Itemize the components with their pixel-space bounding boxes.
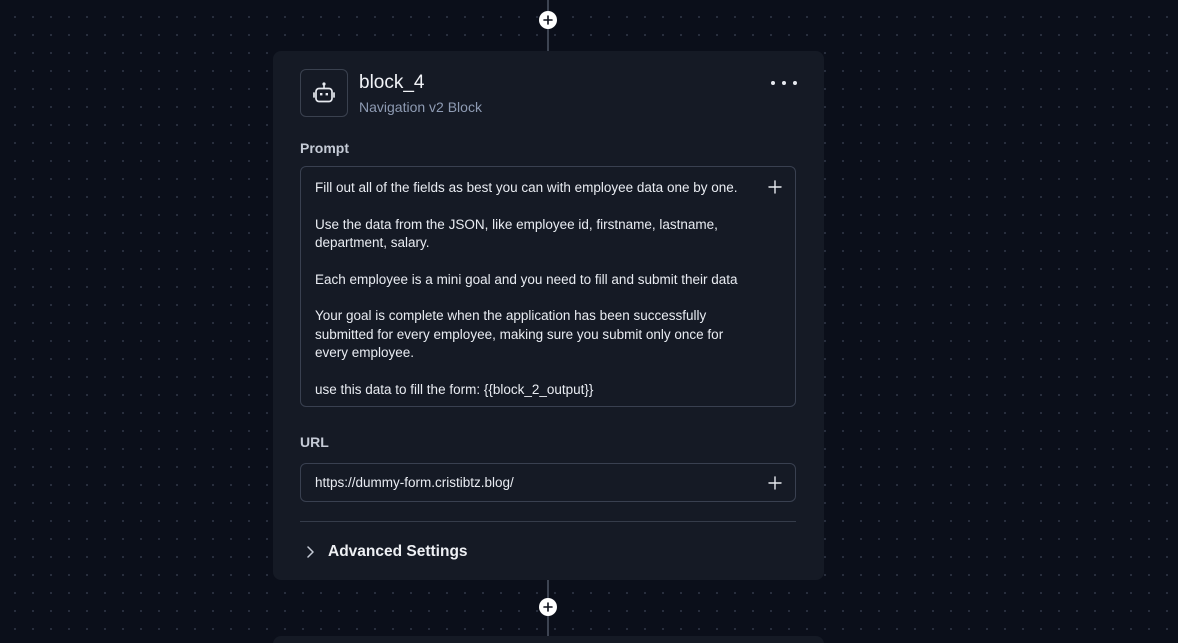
- more-horizontal-icon: [771, 81, 775, 85]
- plus-icon: [543, 15, 553, 25]
- plus-icon: [543, 602, 553, 612]
- more-horizontal-icon-dot: [793, 81, 797, 85]
- block-title[interactable]: block_4: [359, 71, 482, 95]
- advanced-settings-label: Advanced Settings: [328, 543, 468, 560]
- url-label: URL: [300, 434, 329, 450]
- url-input[interactable]: https://dummy-form.cristibtz.blog/: [300, 463, 796, 502]
- prompt-paragraph: Use the data from the JSON, like employe…: [315, 216, 718, 251]
- advanced-settings-toggle[interactable]: Advanced Settings: [300, 543, 797, 561]
- url-insert-plus-icon[interactable]: [768, 476, 782, 490]
- divider: [300, 521, 796, 522]
- robot-icon: [313, 82, 335, 103]
- block-titles: block_4 Navigation v2 Block: [359, 69, 482, 115]
- chevron-right-icon: [307, 546, 314, 558]
- add-block-button-bottom[interactable]: [539, 598, 557, 616]
- prompt-insert-plus-icon[interactable]: [768, 180, 782, 194]
- prompt-paragraph: Fill out all of the fields as best you c…: [315, 180, 738, 195]
- url-value: https://dummy-form.cristibtz.blog/: [315, 475, 514, 490]
- block-header: block_4 Navigation v2 Block: [300, 69, 797, 121]
- next-block-card[interactable]: [273, 636, 824, 643]
- navigation-block-card[interactable]: block_4 Navigation v2 Block Prompt Fill …: [273, 51, 824, 580]
- prompt-paragraph: use this data to fill the form: {{block_…: [315, 381, 594, 397]
- more-horizontal-icon-dot: [782, 81, 786, 85]
- prompt-paragraph: Your goal is complete when the applicati…: [315, 308, 724, 360]
- more-options-button[interactable]: [771, 73, 797, 93]
- block-icon-container: [300, 69, 348, 117]
- prompt-label: Prompt: [300, 140, 349, 156]
- add-block-button-top[interactable]: [539, 11, 557, 29]
- prompt-textarea[interactable]: Fill out all of the fields as best you c…: [300, 166, 796, 407]
- prompt-paragraph: Each employee is a mini goal and you nee…: [315, 271, 738, 287]
- block-type-label: Navigation v2 Block: [359, 99, 482, 115]
